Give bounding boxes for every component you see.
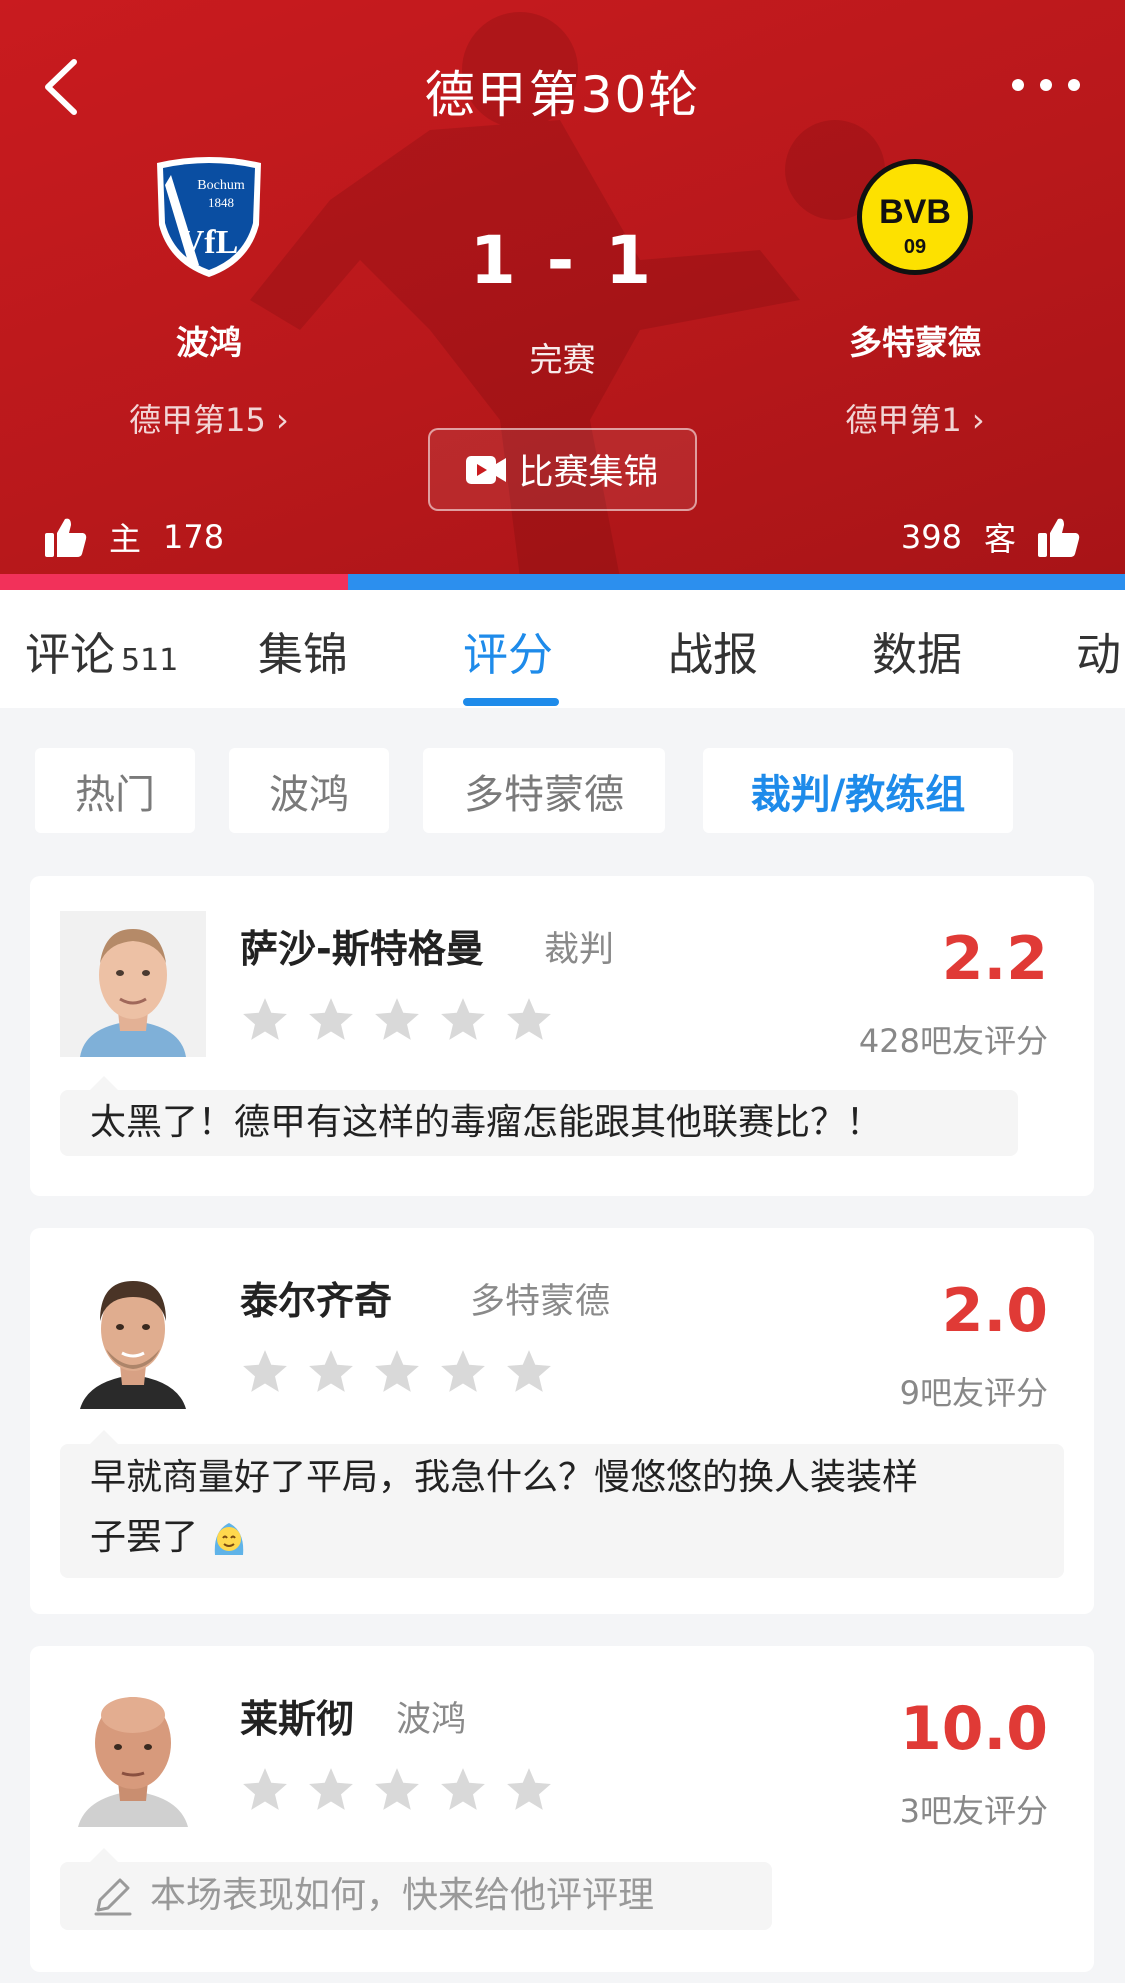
- home-rank-label: 德甲第15: [129, 401, 266, 439]
- emoji-icon: [215, 1523, 244, 1555]
- filter-home-team[interactable]: 波鸿: [229, 748, 389, 833]
- star-icon[interactable]: [372, 994, 422, 1044]
- star-icon[interactable]: [504, 1764, 554, 1814]
- tab-feed[interactable]: 动: [1076, 618, 1121, 683]
- match-header: 德甲第30轮 Bochum 1848 VfL BVB 09 波鸿 多特蒙德 1 …: [0, 0, 1125, 578]
- video-icon: [466, 455, 507, 484]
- highlights-button[interactable]: 比赛集锦: [428, 428, 697, 511]
- away-vote-share: [347, 574, 1125, 590]
- highlights-label: 比赛集锦: [518, 453, 659, 493]
- thumb-up-icon: [1038, 518, 1080, 557]
- active-tab-indicator: [463, 698, 559, 706]
- filter-away-team[interactable]: 多特蒙德: [423, 748, 665, 833]
- away-vote-count: 398: [900, 518, 962, 556]
- tab-comments[interactable]: 评论 511: [25, 618, 178, 683]
- home-vote[interactable]: 主 178: [45, 512, 224, 562]
- person-role: 裁判: [544, 930, 615, 970]
- comment-line: 早就商量好了平局，我急什么？慢悠悠的换人装装样: [90, 1457, 919, 1498]
- person-name[interactable]: 萨沙-斯特格曼: [240, 918, 484, 973]
- away-team-rank[interactable]: 德甲第1 ›: [785, 395, 1045, 441]
- home-vote-count: 178: [163, 518, 225, 556]
- match-score: 1 - 1: [469, 222, 656, 299]
- thumb-up-icon: [45, 518, 87, 557]
- tab-label: 评论: [25, 628, 116, 681]
- rating-card[interactable]: 萨沙-斯特格曼 裁判 2.2 428吧友评分 太黑了！德甲有这样的毒瘤怎能跟其他…: [30, 876, 1094, 1196]
- star-icon[interactable]: [306, 994, 356, 1044]
- rating-count: 428吧友评分: [858, 1022, 1048, 1060]
- top-comment[interactable]: 太黑了！德甲有这样的毒瘤怎能跟其他联赛比？！: [60, 1090, 1018, 1156]
- person-role: 波鸿: [396, 1700, 467, 1740]
- rating-card[interactable]: 泰尔齐奇 多特蒙德 2.0 9吧友评分 早就商量好了平局，我急什么？慢悠悠的换人…: [30, 1228, 1094, 1614]
- star-icon[interactable]: [240, 994, 290, 1044]
- comment-pointer: [90, 1430, 118, 1444]
- star-rating-input[interactable]: [240, 1346, 554, 1396]
- top-comment[interactable]: 早就商量好了平局，我急什么？慢悠悠的换人装装样 子罢了: [60, 1444, 1064, 1578]
- match-status: 完赛: [529, 340, 596, 379]
- star-icon[interactable]: [306, 1764, 356, 1814]
- filter-referee-coaches[interactable]: 裁判/教练组: [703, 748, 1013, 833]
- star-rating-input[interactable]: [240, 1764, 554, 1814]
- write-review-prompt[interactable]: 本场表现如何，快来给他评评理: [60, 1862, 772, 1930]
- star-icon[interactable]: [240, 1346, 290, 1396]
- avatar[interactable]: [60, 911, 206, 1057]
- comment-line: 子罢了: [90, 1508, 1034, 1568]
- average-rating: 2.2: [941, 924, 1048, 994]
- chevron-right-icon: ›: [265, 401, 289, 439]
- tab-report[interactable]: 战报: [668, 618, 758, 683]
- person-name[interactable]: 莱斯彻: [240, 1688, 354, 1743]
- avatar[interactable]: [60, 1263, 206, 1409]
- star-icon[interactable]: [372, 1346, 422, 1396]
- star-rating-input[interactable]: [240, 994, 554, 1044]
- tab-count: 511: [121, 643, 179, 678]
- vote-share-bar: [0, 574, 1125, 590]
- home-team-rank[interactable]: 德甲第15 ›: [79, 395, 339, 441]
- star-icon[interactable]: [438, 1346, 488, 1396]
- rating-card[interactable]: 莱斯彻 波鸿 10.0 3吧友评分 本场表现如何，快来给他评评理: [30, 1646, 1094, 1972]
- star-icon[interactable]: [306, 1346, 356, 1396]
- star-icon[interactable]: [240, 1764, 290, 1814]
- tab-bar: 评论 511 集锦 评分 战报 数据 动: [0, 590, 1125, 708]
- star-icon[interactable]: [504, 994, 554, 1044]
- more-icon[interactable]: [1006, 70, 1086, 100]
- filter-hot[interactable]: 热门: [35, 748, 195, 833]
- avatar[interactable]: [60, 1681, 206, 1827]
- review-placeholder: 本场表现如何，快来给他评评理: [150, 1875, 655, 1916]
- average-rating: 2.0: [941, 1276, 1048, 1346]
- tab-highlights[interactable]: 集锦: [258, 618, 348, 683]
- average-rating: 10.0: [899, 1694, 1048, 1764]
- tab-stats[interactable]: 数据: [872, 618, 962, 683]
- rating-count: 3吧友评分: [899, 1792, 1048, 1830]
- star-icon[interactable]: [372, 1764, 422, 1814]
- svg-text:1848: 1848: [208, 195, 234, 210]
- rating-count: 9吧友评分: [899, 1374, 1048, 1412]
- comment-pointer: [90, 1848, 118, 1862]
- comment-pointer: [90, 1076, 118, 1090]
- star-icon[interactable]: [438, 994, 488, 1044]
- person-name[interactable]: 泰尔齐奇: [240, 1270, 392, 1325]
- svg-text:Bochum: Bochum: [197, 178, 245, 193]
- away-vote-label: 客: [983, 520, 1016, 558]
- star-icon[interactable]: [438, 1764, 488, 1814]
- chevron-right-icon: ›: [961, 401, 985, 439]
- pencil-icon: [94, 1878, 132, 1916]
- tab-ratings[interactable]: 评分: [463, 618, 553, 683]
- away-vote[interactable]: 398 客: [901, 512, 1080, 562]
- star-icon[interactable]: [504, 1346, 554, 1396]
- home-vote-share: [0, 574, 348, 590]
- away-rank-label: 德甲第1: [845, 401, 962, 439]
- comment-text: 子罢了: [90, 1517, 199, 1558]
- person-role: 多特蒙德: [470, 1282, 611, 1322]
- home-vote-label: 主: [109, 520, 142, 558]
- page-title: 德甲第30轮: [424, 66, 701, 124]
